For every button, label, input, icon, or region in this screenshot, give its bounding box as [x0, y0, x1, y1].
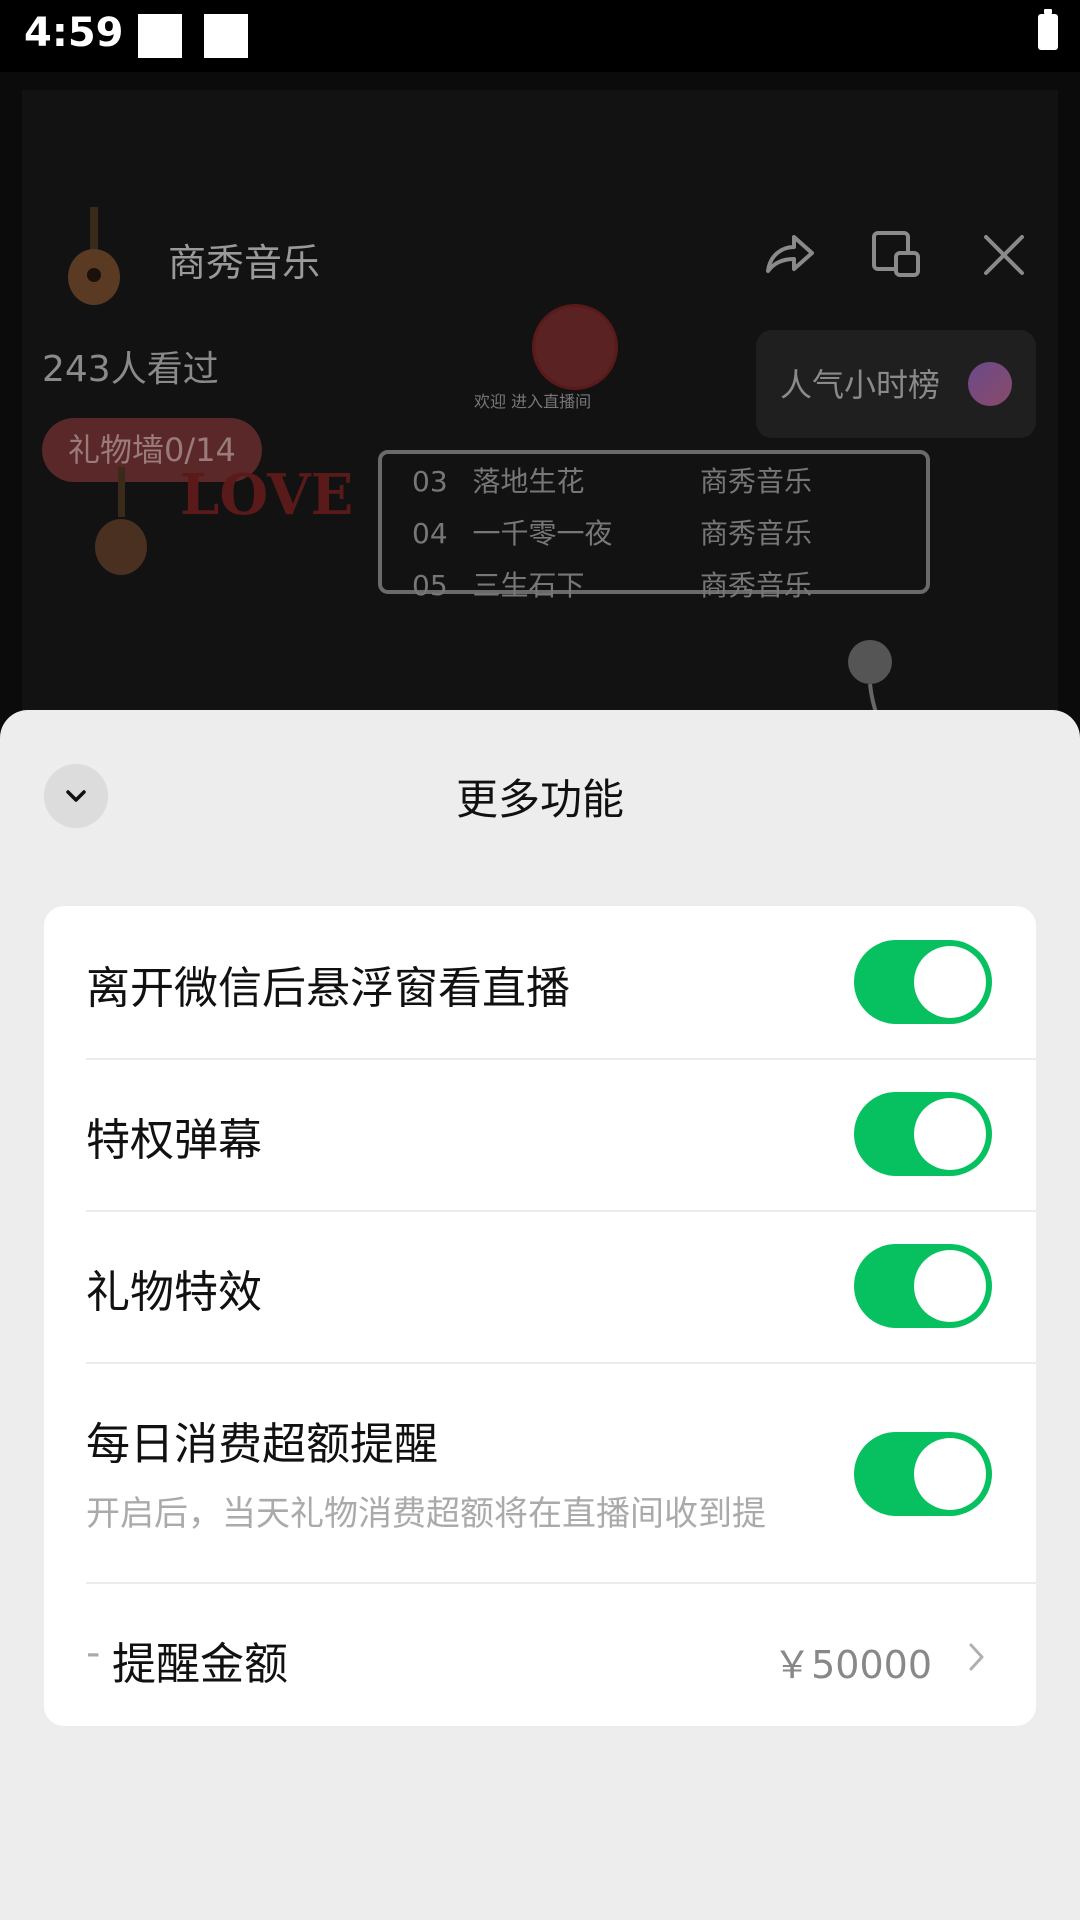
gift-effects-toggle[interactable]	[854, 1244, 992, 1328]
love-text: LOVE	[180, 462, 354, 528]
host-name[interactable]: 商秀音乐	[168, 232, 320, 287]
status-time: 4:59	[24, 10, 124, 56]
song-singer: 商秀音乐	[700, 517, 813, 550]
chevron-right-icon	[969, 1643, 984, 1671]
song-singer: 商秀音乐	[700, 569, 813, 602]
setting-label: 特权弹幕	[86, 1115, 262, 1166]
floating-window-toggle[interactable]	[854, 940, 992, 1024]
song-row: 03 落地生花 商秀音乐	[412, 460, 812, 500]
floating-window-icon[interactable]	[868, 227, 924, 283]
setting-description: 开启后，当天礼物消费超额将在直播间收到提	[86, 1494, 766, 1534]
alert-amount-value: ￥50000	[773, 1643, 932, 1687]
song-row: 05 三生石下 商秀音乐	[412, 564, 812, 604]
battery-icon	[1038, 9, 1058, 50]
privilege-danmaku-toggle[interactable]	[854, 1092, 992, 1176]
song-number: 04	[412, 517, 448, 550]
welcome-text: 欢迎 进入直播间	[474, 392, 592, 411]
setting-label: 每日消费超额提醒	[86, 1419, 438, 1470]
song-singer: 商秀音乐	[700, 465, 813, 498]
live-stream-background: 商秀音乐 243人看过 礼物墙0/14 人气小时榜 欢迎 进入直播间 LOVE …	[0, 72, 1080, 752]
close-icon[interactable]	[976, 227, 1032, 283]
status-bar: 4:59	[0, 0, 1080, 72]
toggle-knob	[914, 1098, 986, 1170]
toggle-knob	[914, 1438, 986, 1510]
more-functions-sheet: 更多功能 离开微信后悬浮窗看直播 特权弹幕 礼物特效 每日消费超额提醒 开启后，…	[0, 710, 1080, 1920]
notification-icon	[204, 14, 248, 58]
song-row: 04 一千零一夜 商秀音乐	[412, 512, 812, 552]
daily-spend-alert-toggle[interactable]	[854, 1432, 992, 1516]
setting-label: 礼物特效	[86, 1267, 262, 1318]
song-number: 03	[412, 465, 448, 498]
song-title: 一千零一夜	[472, 517, 613, 550]
viewer-count: 243人看过	[42, 349, 219, 390]
song-list: 03 落地生花 商秀音乐 04 一千零一夜 商秀音乐 05 三生石下 商秀音乐	[378, 450, 930, 602]
setting-row-privilege-danmaku: 特权弹幕	[44, 1060, 1036, 1210]
host-avatar[interactable]	[60, 207, 130, 307]
toggle-knob	[914, 946, 986, 1018]
alert-amount-row[interactable]: - 提醒金额 ￥50000	[44, 1584, 1036, 1726]
setting-row-floating-window: 离开微信后悬浮窗看直播	[44, 906, 1036, 1058]
welcome-avatar	[532, 304, 618, 390]
setting-row-daily-spend-alert: 每日消费超额提醒 开启后，当天礼物消费超额将在直播间收到提	[44, 1364, 1036, 1582]
song-title: 三生石下	[472, 569, 585, 602]
setting-row-gift-effects: 礼物特效	[44, 1212, 1036, 1362]
toggle-knob	[914, 1250, 986, 1322]
alert-amount-label: 提醒金额	[112, 1639, 288, 1690]
sheet-title: 更多功能	[455, 775, 624, 824]
song-title: 落地生花	[472, 465, 585, 498]
rank-label: 人气小时榜	[780, 366, 941, 404]
rank-avatar	[968, 362, 1012, 406]
share-icon[interactable]	[760, 227, 816, 283]
amount-prefix: -	[86, 1630, 101, 1676]
guitar-image	[95, 467, 147, 575]
popularity-rank-button[interactable]: 人气小时榜	[756, 330, 1036, 438]
notification-icon	[138, 14, 182, 58]
settings-card: 离开微信后悬浮窗看直播 特权弹幕 礼物特效 每日消费超额提醒 开启后，当天礼物消…	[44, 906, 1036, 1726]
setting-label: 离开微信后悬浮窗看直播	[86, 963, 570, 1014]
song-number: 05	[412, 569, 448, 602]
